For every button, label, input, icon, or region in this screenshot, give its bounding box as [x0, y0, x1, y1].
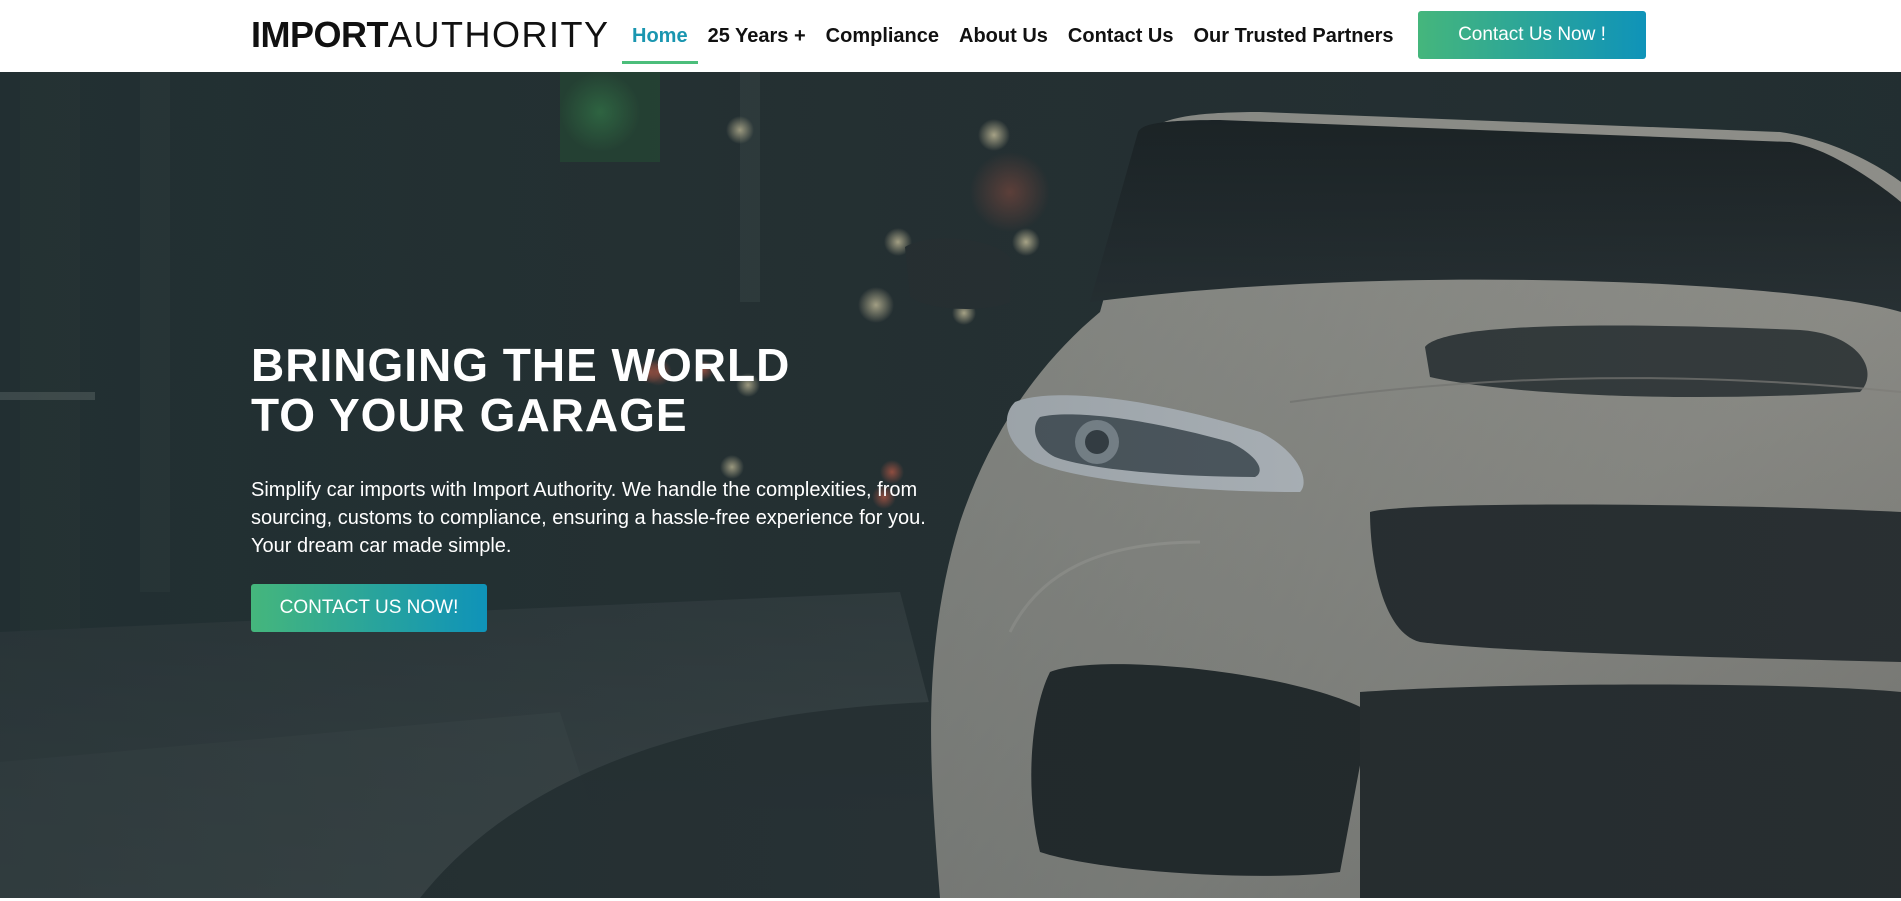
nav-item-about-us[interactable]: About Us: [949, 0, 1058, 72]
nav-item-home[interactable]: Home: [622, 0, 698, 72]
logo-text-light: AUTHORITY: [388, 14, 610, 55]
logo-text-bold: IMPORT: [251, 14, 389, 55]
main-nav: Home 25 Years + Compliance About Us Cont…: [622, 0, 1404, 72]
hero-description: Simplify car imports with Import Authori…: [251, 479, 926, 557]
hero-title: BRINGING THE WORLD TO YOUR GARAGE: [251, 340, 971, 440]
hero-title-line-2: TO YOUR GARAGE: [251, 389, 688, 441]
nav-item-trusted-partners[interactable]: Our Trusted Partners: [1183, 0, 1403, 72]
hero-contact-button[interactable]: CONTACT US NOW!: [251, 584, 487, 632]
import-authority-logo[interactable]: IMPORT AUTHORITY: [251, 13, 610, 57]
nav-item-compliance[interactable]: Compliance: [816, 0, 949, 72]
hero-title-line-1: BRINGING THE WORLD: [251, 339, 791, 391]
nav-item-contact-us[interactable]: Contact Us: [1058, 0, 1184, 72]
nav-item-25-years[interactable]: 25 Years +: [698, 0, 816, 72]
site-header: IMPORT AUTHORITY Home 25 Years + Complian…: [0, 0, 1901, 72]
header-contact-button[interactable]: Contact Us Now !: [1418, 11, 1646, 59]
hero-section: BRINGING THE WORLD TO YOUR GARAGE Simpli…: [0, 72, 1901, 898]
